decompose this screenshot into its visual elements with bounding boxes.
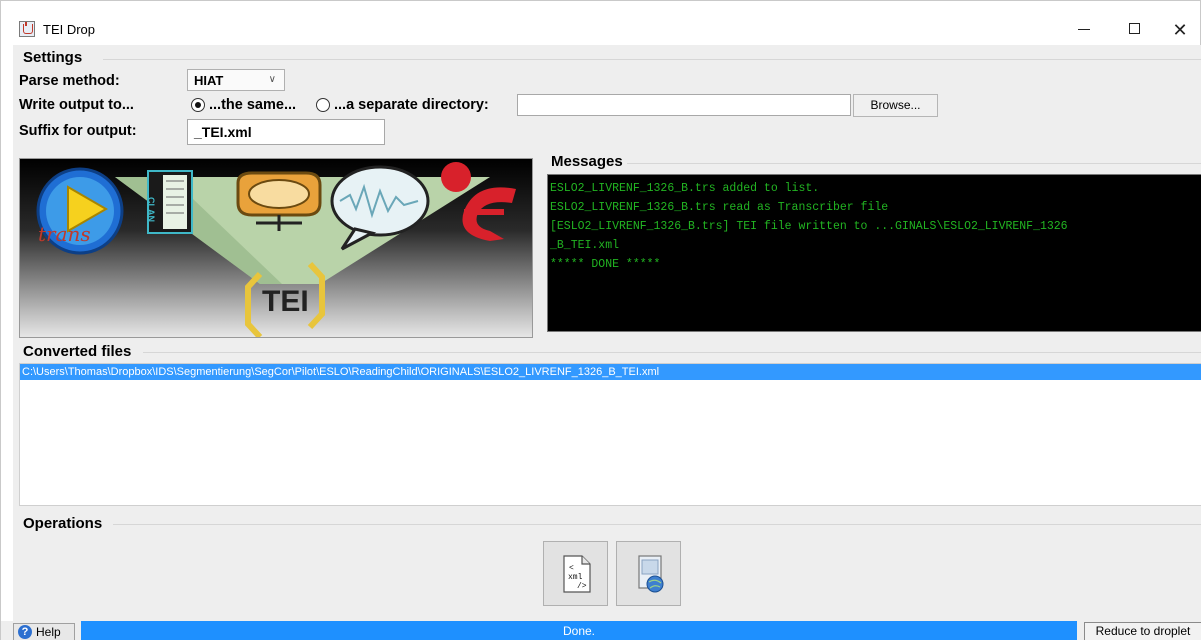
- help-button[interactable]: ? Help: [13, 623, 75, 640]
- radio-separate-label: ...a separate directory:: [334, 97, 489, 113]
- settings-divider: [103, 59, 1201, 60]
- svg-text:/>: />: [577, 582, 587, 591]
- converted-files-list[interactable]: C:\Users\Thomas\Dropbox\IDS\Segmentierun…: [19, 363, 1201, 506]
- status-bar: ? Help Done. Reduce to droplet: [1, 621, 1201, 640]
- message-line: ESLO2_LIVRENF_1326_B.trs added to list.: [550, 182, 820, 195]
- minimize-icon: [1078, 29, 1090, 31]
- file-list-item[interactable]: C:\Users\Thomas\Dropbox\IDS\Segmentierun…: [20, 364, 1201, 380]
- help-label: Help: [36, 625, 61, 639]
- svg-text:trans: trans: [38, 222, 91, 246]
- open-xml-button[interactable]: < xml />: [543, 541, 608, 606]
- title-bar: TEI Drop ✕: [1, 1, 1200, 45]
- suffix-label: Suffix for output:: [19, 123, 137, 139]
- clan-icon: CLAN: [146, 170, 193, 234]
- messages-console[interactable]: ESLO2_LIVRENF_1326_B.trs added to list. …: [547, 174, 1201, 332]
- parse-method-value: HIAT: [194, 73, 224, 88]
- help-icon: ?: [18, 625, 32, 639]
- logo-graphic: trans CLAN TEI: [36, 162, 516, 337]
- radio-same-directory[interactable]: [191, 98, 205, 112]
- directory-input[interactable]: [517, 94, 851, 116]
- web-document-icon: [638, 555, 664, 593]
- elan-icon: [441, 162, 516, 241]
- message-line: _B_TEI.xml: [550, 239, 620, 252]
- open-in-browser-button[interactable]: [616, 541, 681, 606]
- minimize-button[interactable]: [1061, 15, 1107, 45]
- converted-divider: [143, 352, 1201, 353]
- progress-bar: Done.: [81, 621, 1077, 640]
- radio-same-label: ...the same...: [209, 97, 297, 113]
- messages-section-title: Messages: [551, 153, 623, 170]
- browse-button[interactable]: Browse...: [853, 94, 938, 117]
- message-line: [ESLO2_LIVRENF_1326_B.trs] TEI file writ…: [550, 220, 1068, 233]
- parse-method-label: Parse method:: [19, 73, 120, 89]
- tei-drop-logo: trans CLAN TEI: [19, 158, 533, 338]
- chevron-down-icon: ∨: [268, 74, 276, 85]
- reduce-to-droplet-button[interactable]: Reduce to droplet: [1084, 622, 1201, 640]
- maximize-icon: [1128, 23, 1140, 34]
- svg-text:TEI: TEI: [262, 285, 309, 318]
- messages-divider: [627, 163, 1201, 164]
- message-line: ***** DONE *****: [550, 258, 661, 271]
- svg-text:<: <: [569, 564, 574, 573]
- suffix-input[interactable]: _TEI.xml: [187, 119, 385, 145]
- message-line: ESLO2_LIVRENF_1326_B.trs read as Transcr…: [550, 201, 889, 214]
- operations-section-title: Operations: [23, 515, 103, 532]
- maximize-button[interactable]: [1111, 15, 1157, 45]
- xml-file-icon: < xml />: [563, 555, 591, 593]
- settings-section-title: Settings: [23, 49, 83, 66]
- window-title: TEI Drop: [43, 22, 96, 37]
- svg-text:xml: xml: [568, 573, 583, 582]
- transcriber-icon: trans: [36, 167, 124, 255]
- tei-drop-window: TEI Drop ✕ Settings Parse method: HIAT ∨…: [0, 0, 1201, 640]
- operations-divider: [113, 524, 1201, 525]
- close-icon: ✕: [1172, 20, 1188, 40]
- svg-text:CLAN: CLAN: [146, 197, 156, 222]
- main-content: Settings Parse method: HIAT ∨ Write outp…: [13, 45, 1201, 621]
- java-app-icon: [19, 21, 35, 37]
- close-button[interactable]: ✕: [1157, 15, 1201, 45]
- radio-separate-directory[interactable]: [316, 98, 330, 112]
- suffix-value: _TEI.xml: [194, 124, 252, 140]
- write-output-label: Write output to...: [19, 97, 134, 113]
- parse-method-select[interactable]: HIAT ∨: [187, 69, 285, 91]
- converted-files-section-title: Converted files: [23, 343, 132, 360]
